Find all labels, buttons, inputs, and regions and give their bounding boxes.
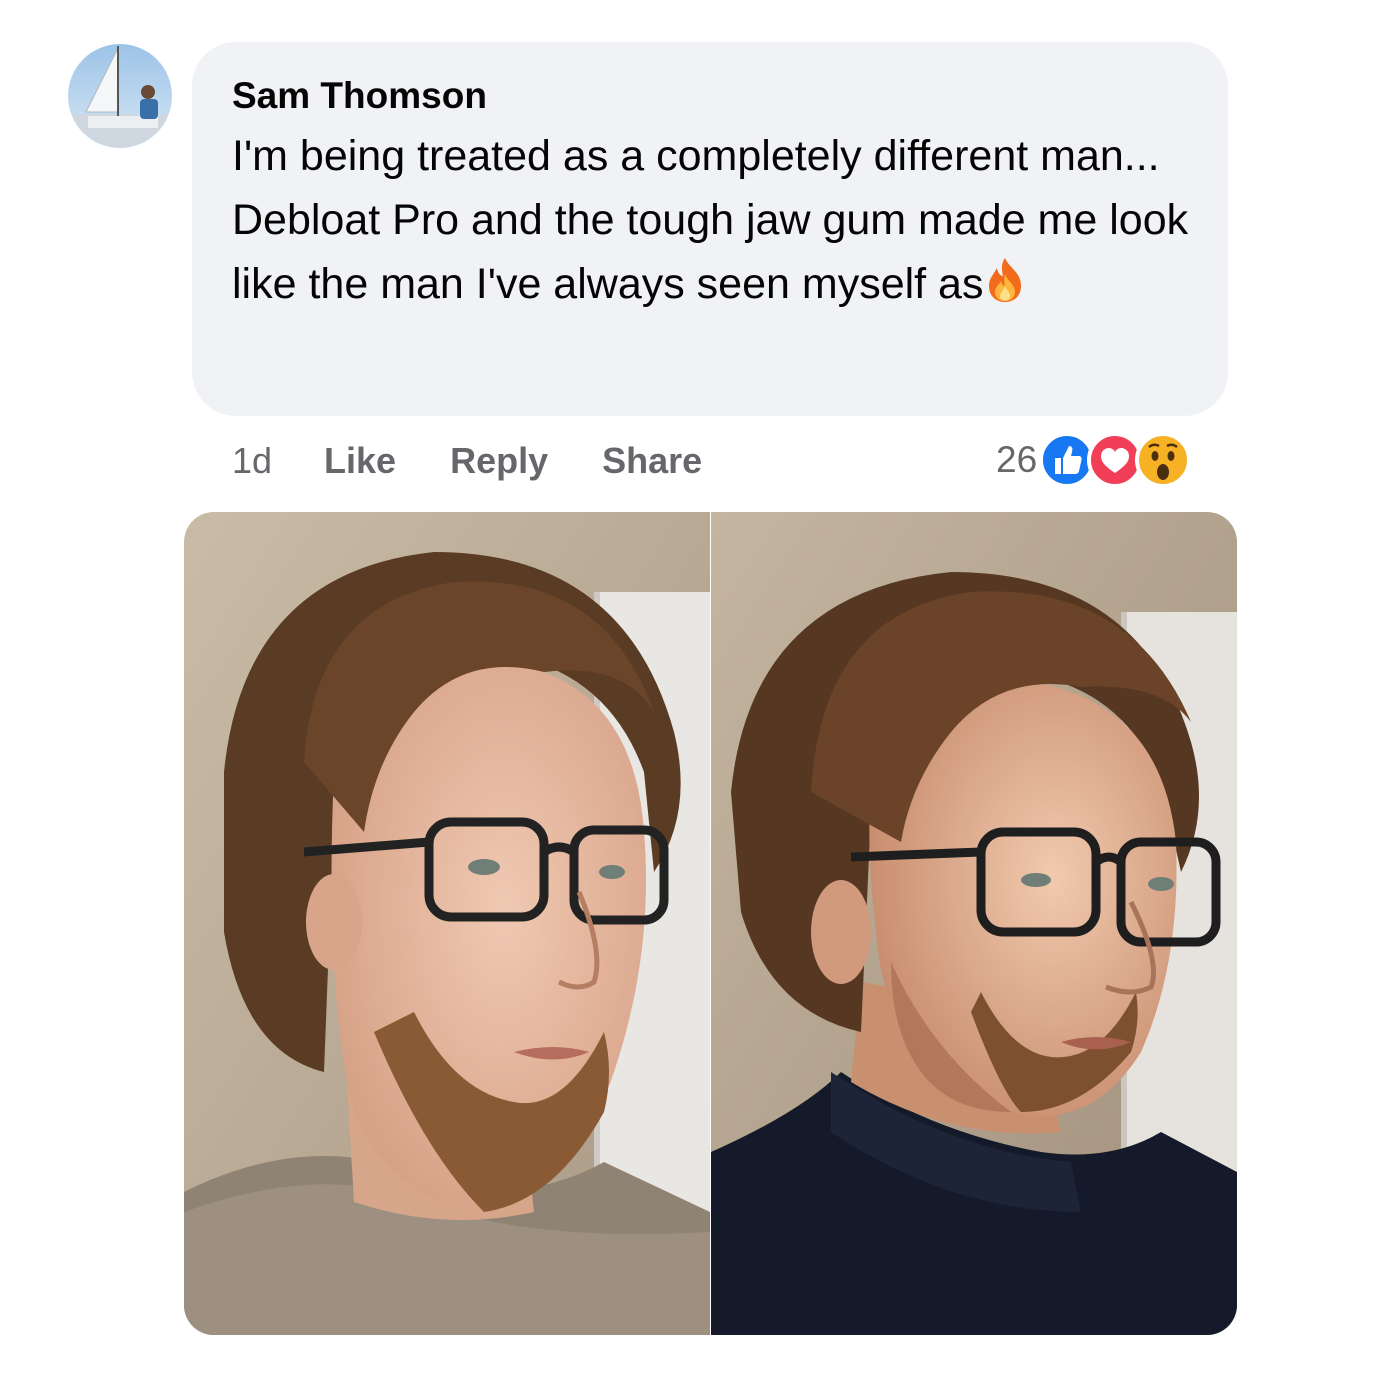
before-photo[interactable] bbox=[184, 512, 710, 1335]
wow-icon bbox=[1135, 432, 1192, 488]
comment-body: I'm being treated as a completely differ… bbox=[232, 124, 1202, 322]
attached-photos[interactable] bbox=[184, 512, 1237, 1335]
share-button[interactable]: Share bbox=[602, 440, 702, 482]
reactions-summary[interactable]: 26 bbox=[996, 430, 1192, 490]
comment-author[interactable]: Sam Thomson bbox=[232, 74, 1188, 118]
avatar-image bbox=[68, 44, 172, 148]
comment-bubble: Sam Thomson I'm being treated as a compl… bbox=[192, 42, 1228, 416]
reply-button[interactable]: Reply bbox=[450, 440, 548, 482]
avatar[interactable] bbox=[68, 44, 172, 148]
comment-actions: 1d Like Reply Share bbox=[232, 436, 756, 486]
like-button[interactable]: Like bbox=[324, 440, 396, 482]
after-photo[interactable] bbox=[711, 512, 1237, 1335]
fire-icon bbox=[985, 256, 1025, 322]
comment-text: I'm being treated as a completely differ… bbox=[232, 132, 1189, 308]
reaction-count: 26 bbox=[996, 439, 1038, 480]
comment-timestamp[interactable]: 1d bbox=[232, 440, 272, 482]
